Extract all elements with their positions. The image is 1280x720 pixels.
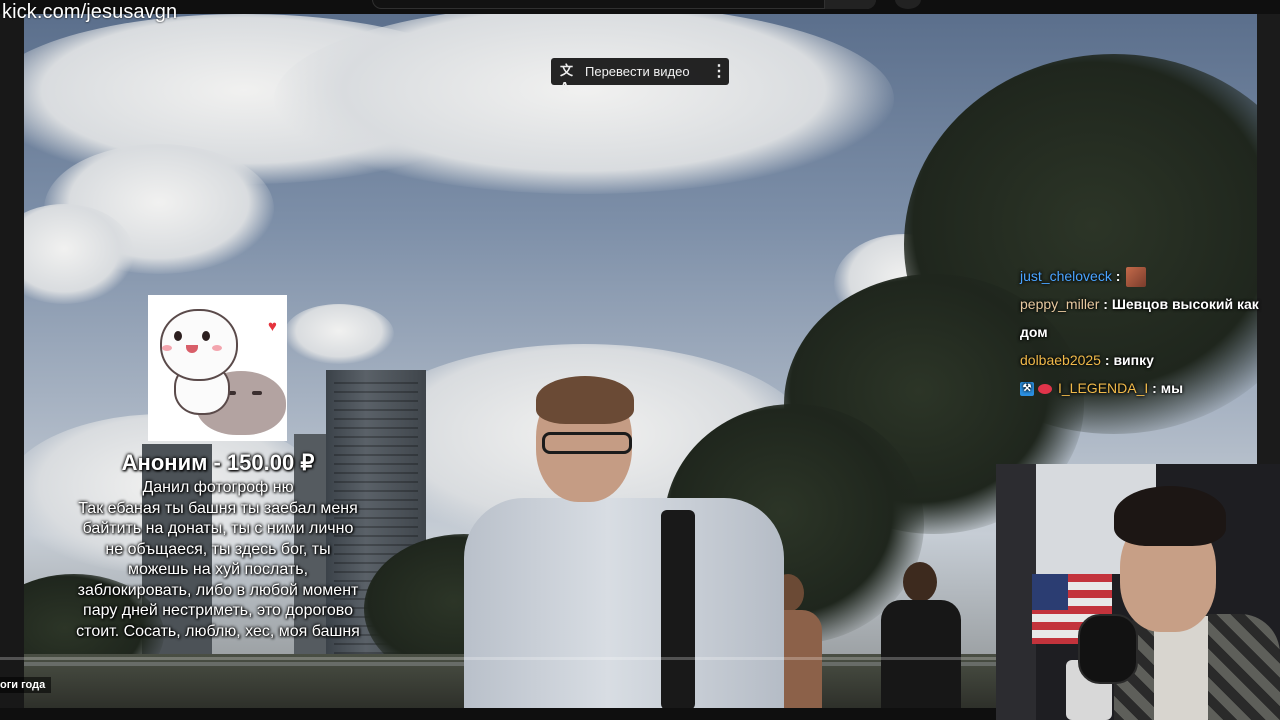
search-bar[interactable] [372, 0, 876, 9]
chat-overlay: just_cheloveck : peppy_miller : Шевцов в… [1020, 262, 1268, 402]
heart-icon: ♥ [268, 318, 277, 335]
chat-text: мы [1160, 380, 1184, 396]
progress-bar[interactable] [0, 657, 996, 660]
chat-message: dolbaeb2025 : випку [1020, 352, 1154, 368]
backpack-strap [661, 510, 695, 708]
cute-cats-sticker: ♥ [148, 295, 287, 441]
cloud [284, 304, 394, 364]
lips-badge [1038, 384, 1052, 395]
microphone [1078, 614, 1138, 684]
streamer-webcam [996, 464, 1280, 720]
chat-username: I_LEGENDA_I [1058, 380, 1149, 396]
chat-text: випку [1113, 352, 1154, 368]
translate-video-label: Перевести видео [585, 64, 690, 79]
chat-message: just_cheloveck : [1020, 262, 1268, 290]
chat-username: dolbaeb2025 [1020, 352, 1101, 368]
more-vert-icon[interactable]: ⋮ [711, 63, 727, 80]
donation-message: Данил фотогроф ню Так ебаная ты башня ты… [76, 479, 360, 640]
chat-username: just_cheloveck [1020, 268, 1112, 284]
chapter-label: оги года [0, 677, 52, 693]
browser-top-bar [0, 0, 1280, 14]
chat-username: peppy_miller [1020, 296, 1100, 312]
search-button[interactable] [824, 0, 876, 9]
face-emote [1126, 267, 1147, 288]
donation-title: Аноним - 150.00 ₽ [121, 450, 315, 475]
cloud [274, 14, 894, 194]
background-person [869, 562, 979, 708]
pickaxe-badge: ⚒ [1020, 382, 1034, 397]
stream-channel-url: kick.com/jesusavgn [2, 1, 178, 23]
chat-message: ⚒ I_LEGENDA_I : мы [1020, 374, 1268, 402]
left-page-margin [0, 14, 24, 720]
translate-video-button[interactable]: 文A Перевести видео ⋮ [551, 58, 729, 94]
glasses [542, 432, 632, 454]
voice-search-button[interactable] [895, 0, 921, 9]
chat-message: peppy_miller : Шевцов высокий как дом [1020, 296, 1259, 340]
translate-icon: 文A [560, 63, 574, 94]
